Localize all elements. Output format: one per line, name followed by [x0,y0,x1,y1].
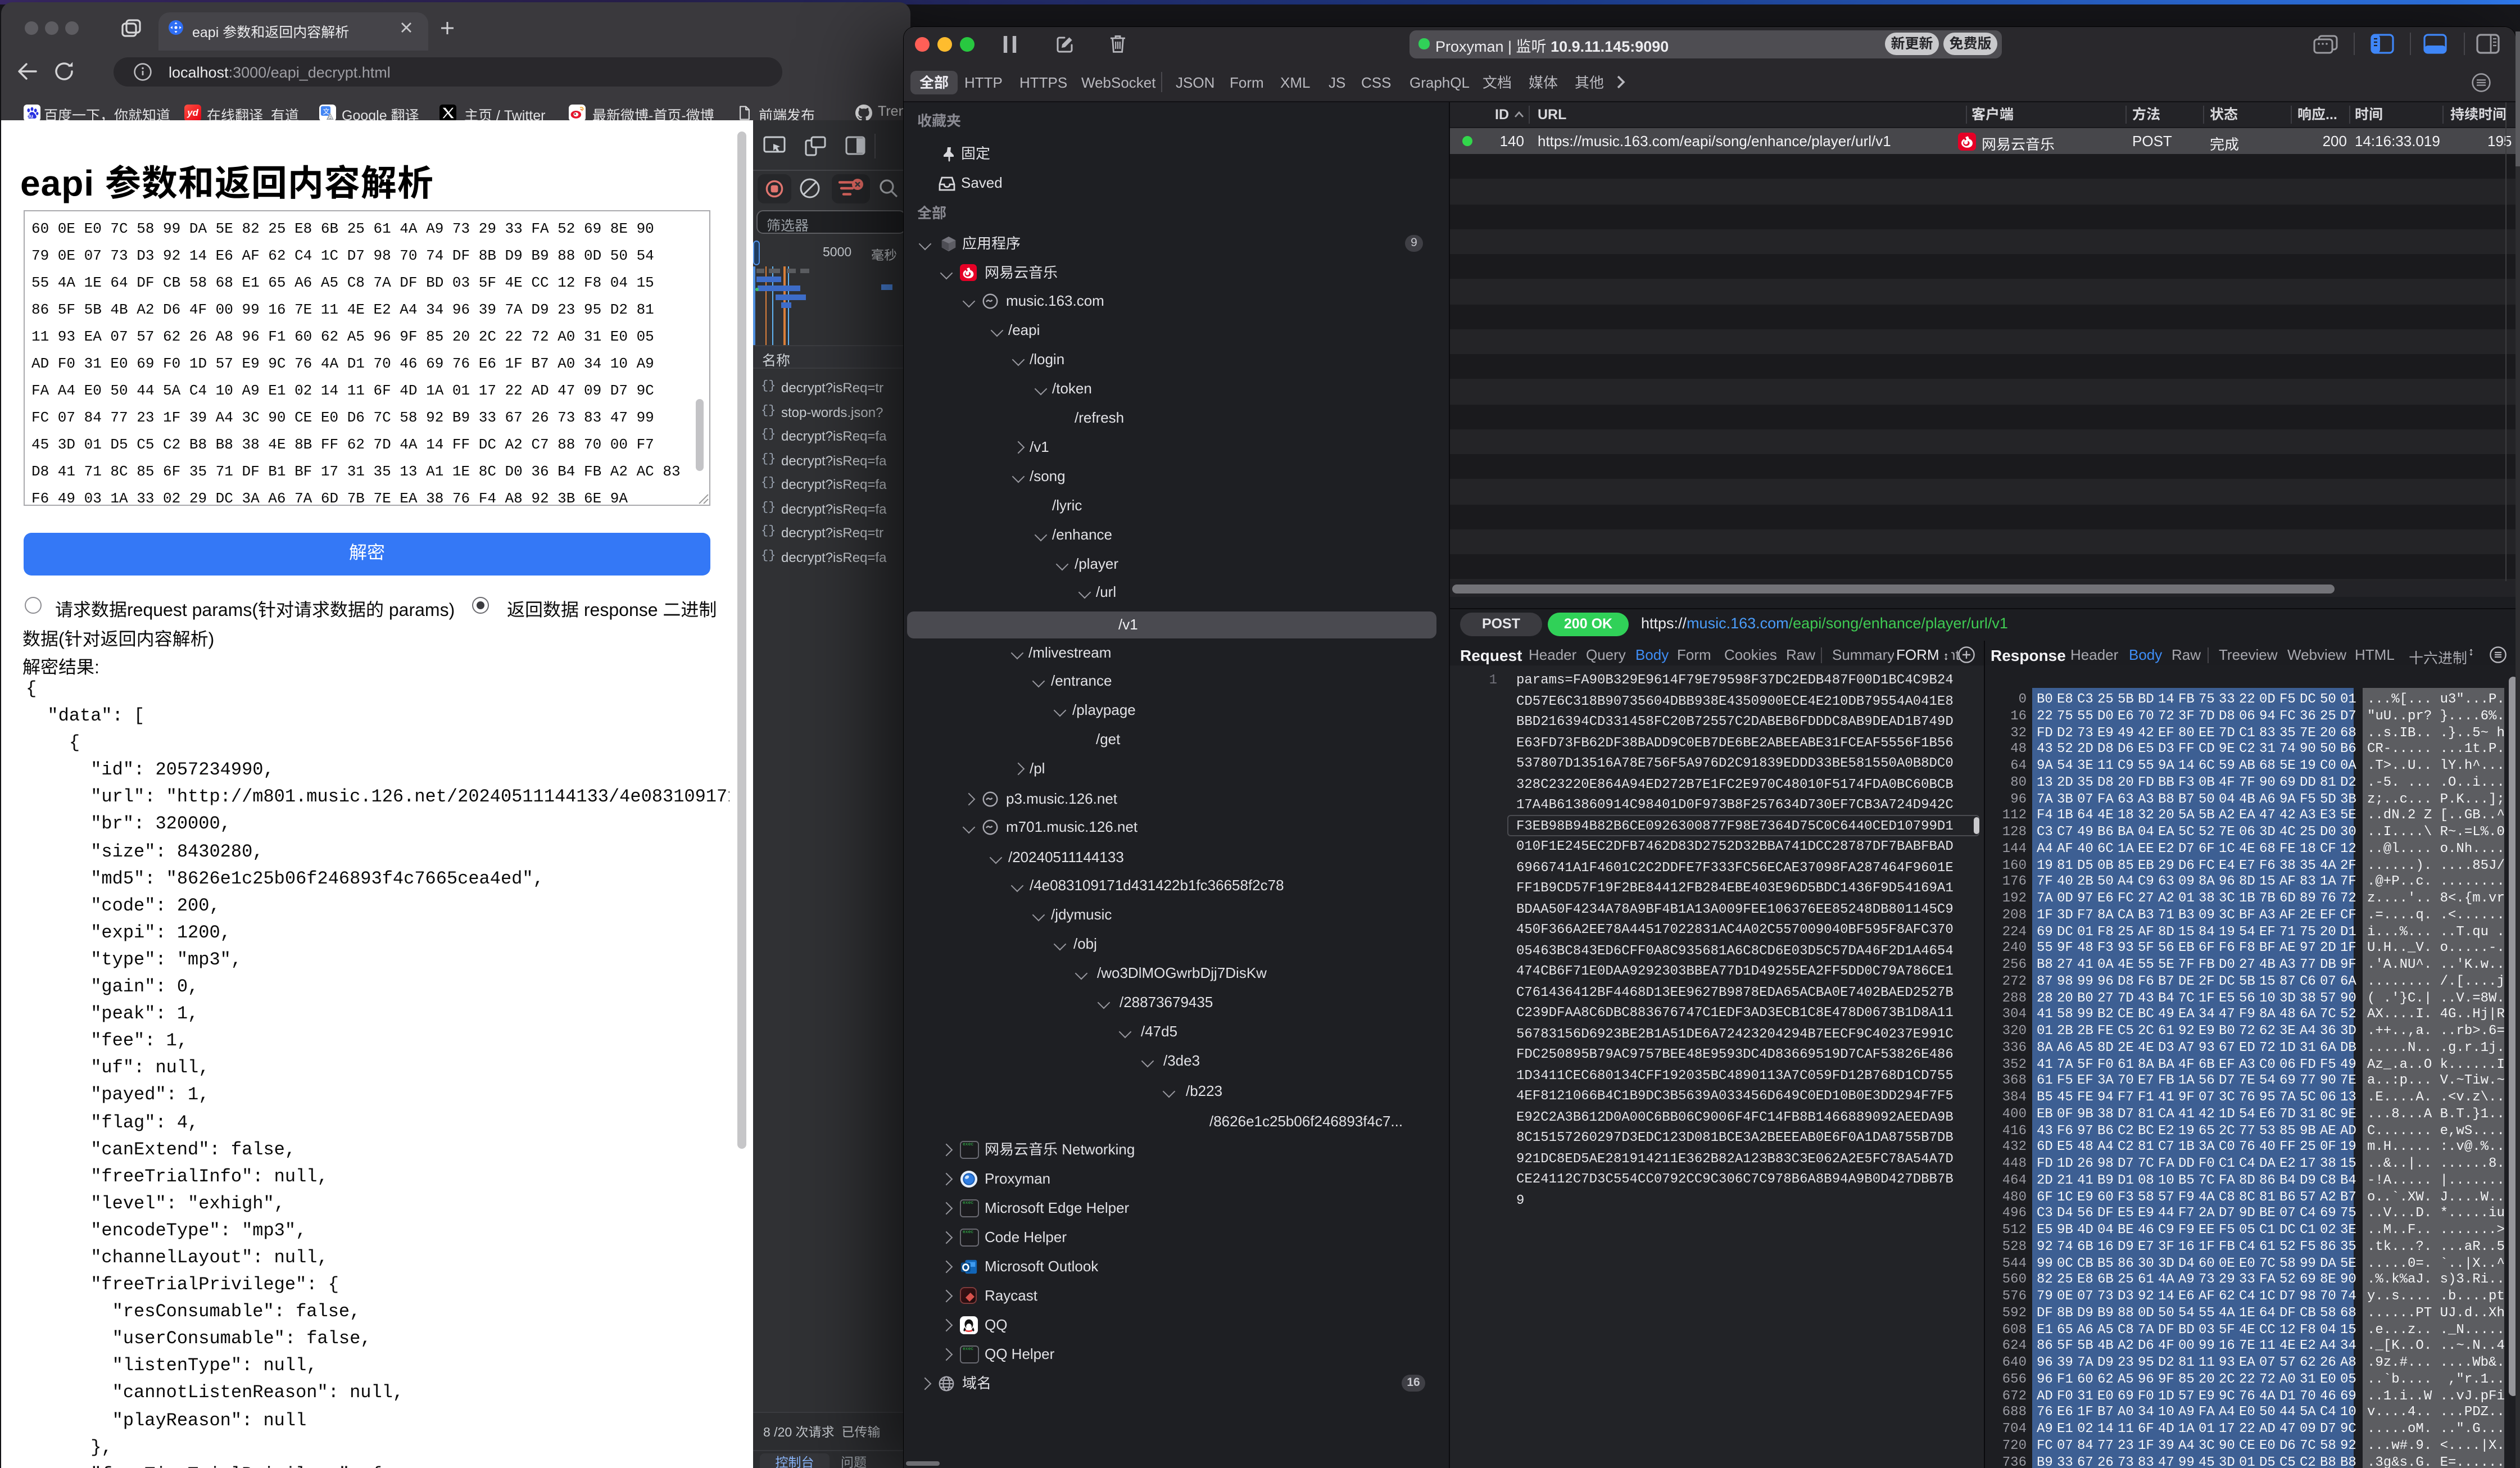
svg-text:du: du [27,113,34,119]
svg-text:A: A [328,114,333,120]
